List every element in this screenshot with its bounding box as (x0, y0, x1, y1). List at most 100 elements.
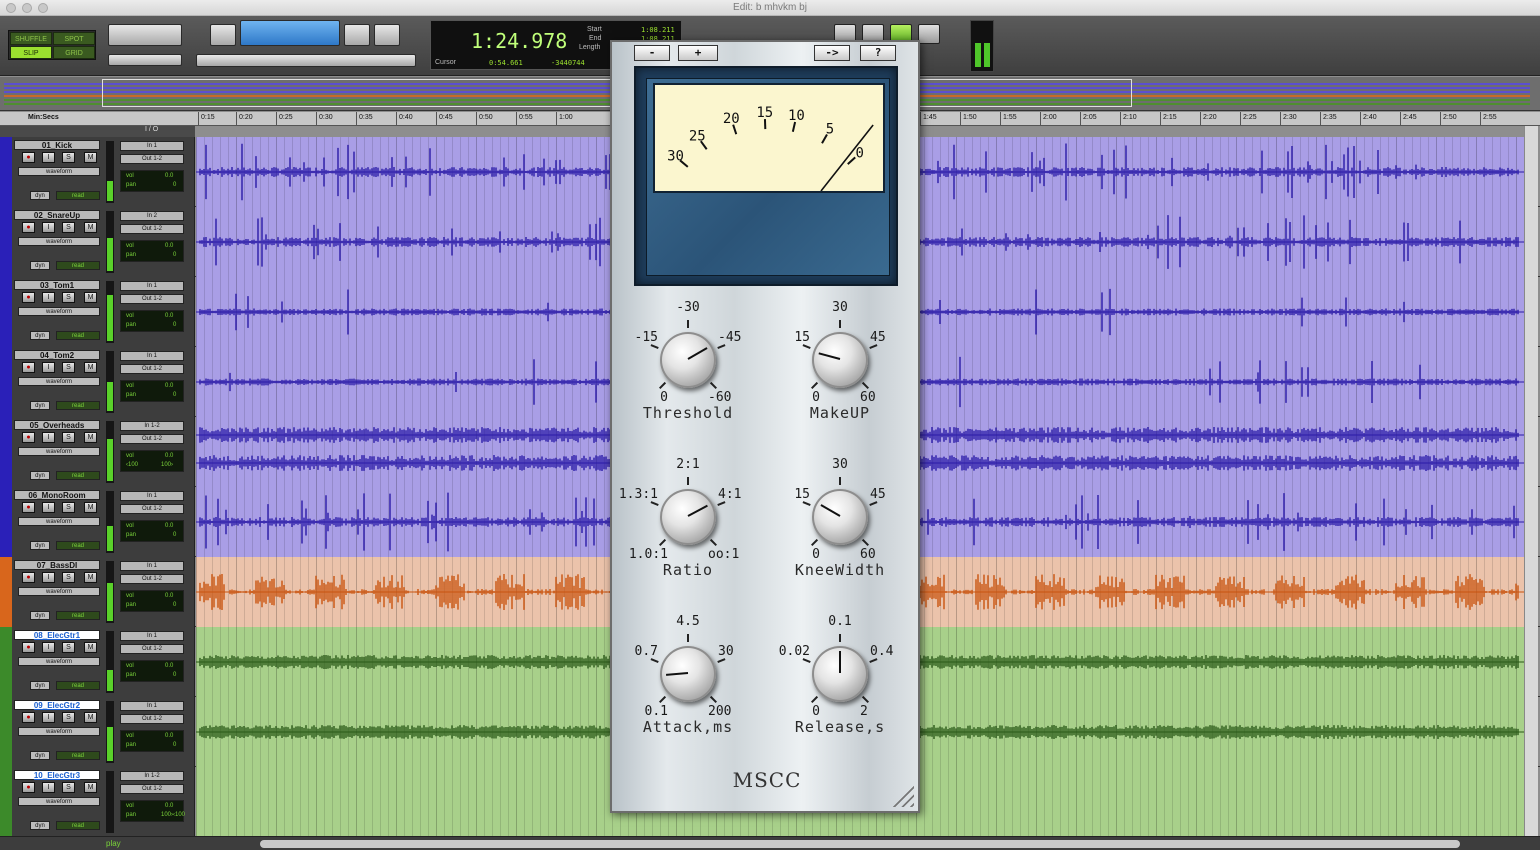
pan-value[interactable]: 0 (173, 182, 176, 188)
track-name[interactable]: 04_Tom2 (14, 350, 100, 360)
solo-button[interactable]: S (62, 362, 75, 373)
track-color-strip[interactable] (0, 137, 12, 207)
pan-value[interactable]: 0 (173, 742, 176, 748)
pan-right-value[interactable]: 100› (161, 462, 173, 468)
input-selector[interactable]: In 1-2 (120, 771, 184, 781)
volume-value[interactable]: 0.0 (165, 243, 173, 249)
pan-value[interactable]: 0 (173, 602, 176, 608)
compare-button[interactable]: -> (814, 45, 850, 61)
track-color-strip[interactable] (0, 347, 12, 417)
spot-mode-button[interactable]: SPOT (53, 32, 95, 45)
volume-value[interactable]: 0.0 (165, 173, 173, 179)
track-color-strip[interactable] (0, 767, 12, 837)
zoom-preset-buttons[interactable] (108, 54, 182, 66)
mute-button[interactable]: M (84, 292, 97, 303)
release-knob[interactable] (812, 646, 868, 702)
input-monitor-button[interactable]: I (42, 432, 55, 443)
input-monitor-button[interactable]: I (42, 642, 55, 653)
record-enable-button[interactable]: ● (22, 572, 35, 583)
slip-mode-button[interactable]: SLIP (10, 46, 52, 59)
kneewidth-knob[interactable] (812, 489, 868, 545)
solo-button[interactable]: S (62, 782, 75, 793)
record-enable-button[interactable]: ● (22, 502, 35, 513)
record-enable-button[interactable]: ● (22, 292, 35, 303)
input-monitor-button[interactable]: I (42, 782, 55, 793)
solo-button[interactable]: S (62, 712, 75, 723)
track-name[interactable]: 10_ElecGtr3 (14, 770, 100, 780)
volume-value[interactable]: 0.0 (165, 313, 173, 319)
output-selector[interactable]: Out 1-2 (120, 364, 184, 374)
edit-options-bar[interactable] (196, 54, 416, 67)
solo-button[interactable]: S (62, 432, 75, 443)
input-selector[interactable]: In 1 (120, 491, 184, 501)
track-color-strip[interactable] (0, 487, 12, 557)
track-name[interactable]: 07_BassDI (14, 560, 100, 570)
makeup-knob[interactable] (812, 332, 868, 388)
input-selector[interactable]: In 1 (120, 141, 184, 151)
track-color-strip[interactable] (0, 277, 12, 347)
track-name[interactable]: 03_Tom1 (14, 280, 100, 290)
track-color-strip[interactable] (0, 207, 12, 277)
preset-next-button[interactable]: + (678, 45, 718, 61)
record-enable-button[interactable]: ● (22, 222, 35, 233)
threshold-knob[interactable] (660, 332, 716, 388)
record-enable-button[interactable]: ● (22, 712, 35, 723)
pan-value[interactable]: ‹100 (126, 462, 138, 468)
solo-button[interactable]: S (62, 292, 75, 303)
track-name[interactable]: 02_SnareUp (14, 210, 100, 220)
output-selector[interactable]: Out 1-2 (120, 294, 184, 304)
record-enable-button[interactable]: ● (22, 152, 35, 163)
horizontal-scroll-thumb[interactable] (260, 840, 1460, 848)
record-button-icon[interactable] (918, 24, 940, 44)
solo-button[interactable]: S (62, 152, 75, 163)
horizontal-scrollbar[interactable]: play (0, 836, 1540, 850)
output-selector[interactable]: Out 1-2 (120, 504, 184, 514)
automation-param-selector[interactable]: dyn (30, 331, 50, 340)
pan-value[interactable]: 0 (173, 322, 176, 328)
speaker-tool-icon[interactable] (344, 24, 370, 46)
automation-param-selector[interactable]: dyn (30, 191, 50, 200)
track-view-selector[interactable]: waveform (18, 587, 100, 596)
input-monitor-button[interactable]: I (42, 222, 55, 233)
mute-button[interactable]: M (84, 782, 97, 793)
automation-mode-selector[interactable]: read (56, 541, 100, 550)
output-selector[interactable]: Out 1-2 (120, 644, 184, 654)
mute-button[interactable]: M (84, 572, 97, 583)
track-color-strip[interactable] (0, 627, 12, 697)
track-name[interactable]: 05_Overheads (14, 420, 100, 430)
track-color-strip[interactable] (0, 417, 12, 487)
output-selector[interactable]: Out 1-2 (120, 574, 184, 584)
ratio-knob[interactable] (660, 489, 716, 545)
input-monitor-button[interactable]: I (42, 292, 55, 303)
input-monitor-button[interactable]: I (42, 502, 55, 513)
output-selector[interactable]: Out 1-2 (120, 714, 184, 724)
automation-param-selector[interactable]: dyn (30, 611, 50, 620)
mute-button[interactable]: M (84, 712, 97, 723)
automation-mode-selector[interactable]: read (56, 751, 100, 760)
mute-button[interactable]: M (84, 432, 97, 443)
input-selector[interactable]: In 1 (120, 701, 184, 711)
automation-param-selector[interactable]: dyn (30, 471, 50, 480)
track-name[interactable]: 08_ElecGtr1 (14, 630, 100, 640)
pan-value[interactable]: 0 (173, 252, 176, 258)
volume-value[interactable]: 0.0 (165, 453, 173, 459)
track-view-selector[interactable]: waveform (18, 447, 100, 456)
track-color-strip[interactable] (0, 697, 12, 767)
automation-param-selector[interactable]: dyn (30, 261, 50, 270)
volume-value[interactable]: 0.0 (165, 663, 173, 669)
pencil-tool-icon[interactable] (374, 24, 400, 46)
pan-value[interactable]: 0 (173, 672, 176, 678)
mute-button[interactable]: M (84, 222, 97, 233)
automation-mode-selector[interactable]: read (56, 401, 100, 410)
preset-prev-button[interactable]: - (634, 45, 670, 61)
track-view-selector[interactable]: waveform (18, 307, 100, 316)
help-button[interactable]: ? (860, 45, 896, 61)
pan-value[interactable]: 0 (173, 532, 176, 538)
vertical-scrollbar[interactable] (1524, 126, 1538, 836)
automation-mode-selector[interactable]: read (56, 821, 100, 830)
output-selector[interactable]: Out 1-2 (120, 154, 184, 164)
automation-mode-selector[interactable]: read (56, 611, 100, 620)
input-selector[interactable]: In 1-2 (120, 421, 184, 431)
input-monitor-button[interactable]: I (42, 712, 55, 723)
solo-button[interactable]: S (62, 642, 75, 653)
